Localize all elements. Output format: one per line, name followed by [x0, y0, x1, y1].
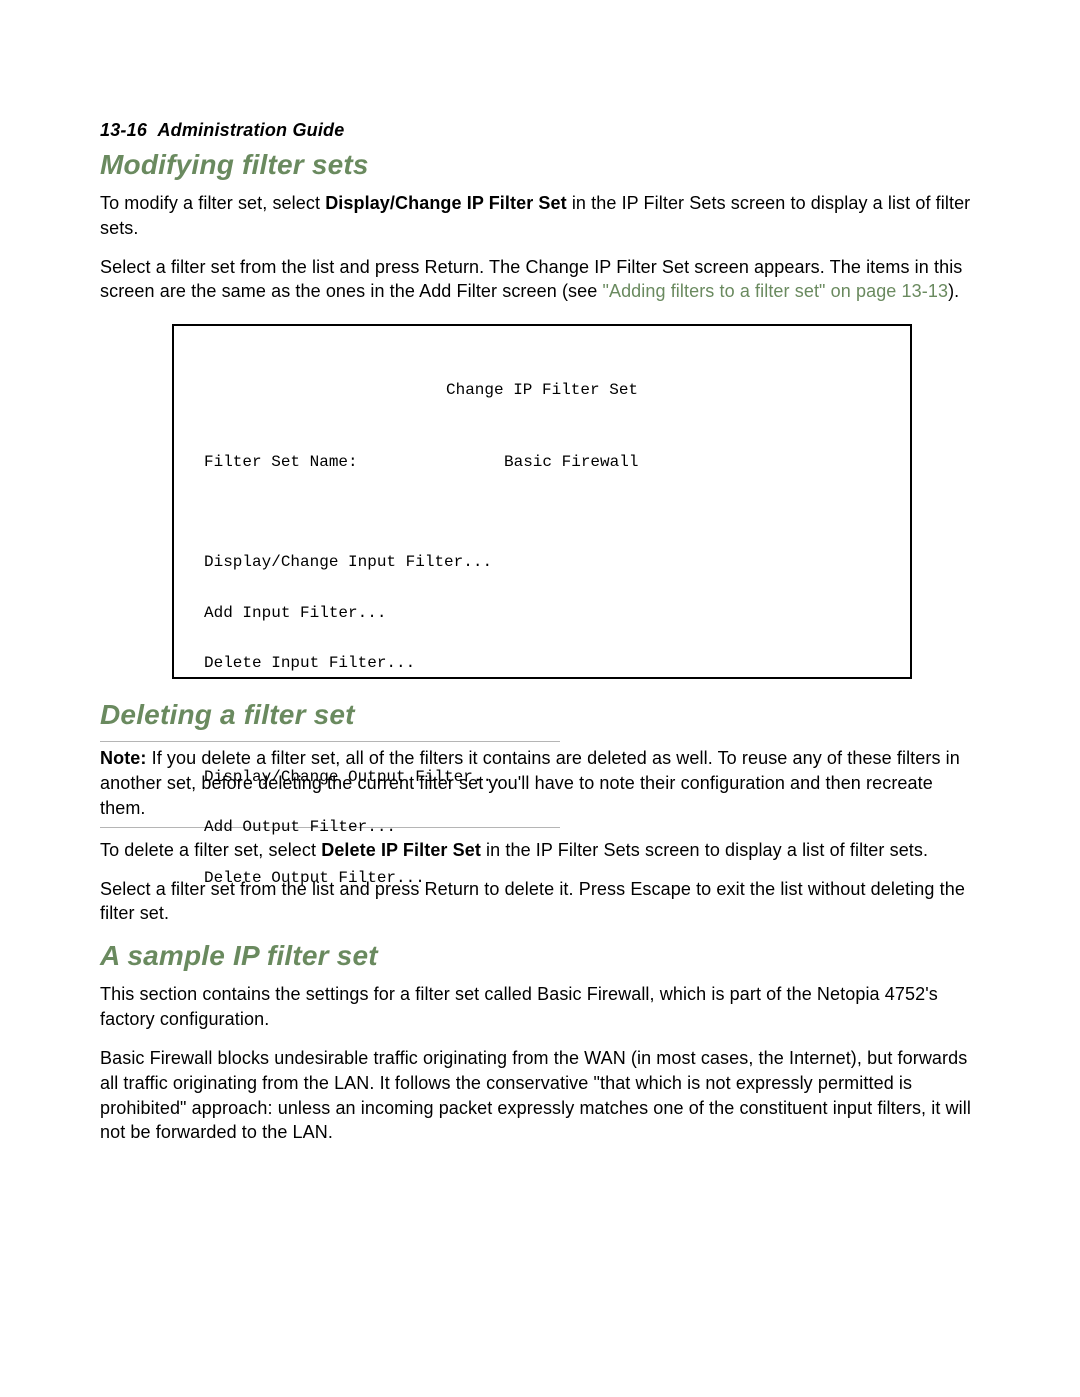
paragraph: To delete a filter set, select Delete IP… [100, 838, 982, 863]
text: To modify a filter set, select [100, 193, 325, 213]
terminal-row: Filter Set Name:Basic Firewall [204, 454, 880, 471]
divider [100, 741, 560, 742]
page-number: 13-16 [100, 120, 147, 140]
doc-title: Administration Guide [157, 120, 344, 140]
note-label: Note: [100, 748, 147, 768]
text: To delete a filter set, select [100, 840, 321, 860]
text: in the IP Filter Sets screen to display … [481, 840, 928, 860]
terminal-menu-item: Delete Input Filter... [204, 655, 880, 672]
terminal-menu-item: Add Input Filter... [204, 605, 880, 622]
paragraph: Select a filter set from the list and pr… [100, 877, 982, 927]
terminal-value: Basic Firewall [504, 454, 638, 471]
terminal-menu-item: Display/Change Input Filter... [204, 554, 880, 571]
text: ). [948, 281, 959, 301]
paragraph: This section contains the settings for a… [100, 982, 982, 1032]
heading-sample-ip-filter-set: A sample IP filter set [100, 940, 982, 972]
terminal-label: Filter Set Name: [204, 454, 504, 471]
heading-deleting-a-filter-set: Deleting a filter set [100, 699, 982, 731]
terminal-screen: Change IP Filter Set Filter Set Name:Bas… [172, 324, 912, 679]
paragraph: To modify a filter set, select Display/C… [100, 191, 982, 241]
cross-reference-link[interactable]: "Adding filters to a filter set" on page… [602, 281, 948, 301]
terminal-menu-item: Add Output Filter... [204, 819, 880, 836]
bold-text: Delete IP Filter Set [321, 840, 481, 860]
paragraph: Select a filter set from the list and pr… [100, 255, 982, 305]
paragraph: Basic Firewall blocks undesirable traffi… [100, 1046, 982, 1145]
bold-text: Display/Change IP Filter Set [325, 193, 567, 213]
page-container: 13-16 Administration Guide Modifying fil… [0, 0, 1080, 1397]
page-header: 13-16 Administration Guide [100, 120, 982, 141]
heading-modifying-filter-sets: Modifying filter sets [100, 149, 982, 181]
terminal-title: Change IP Filter Set [204, 382, 880, 399]
